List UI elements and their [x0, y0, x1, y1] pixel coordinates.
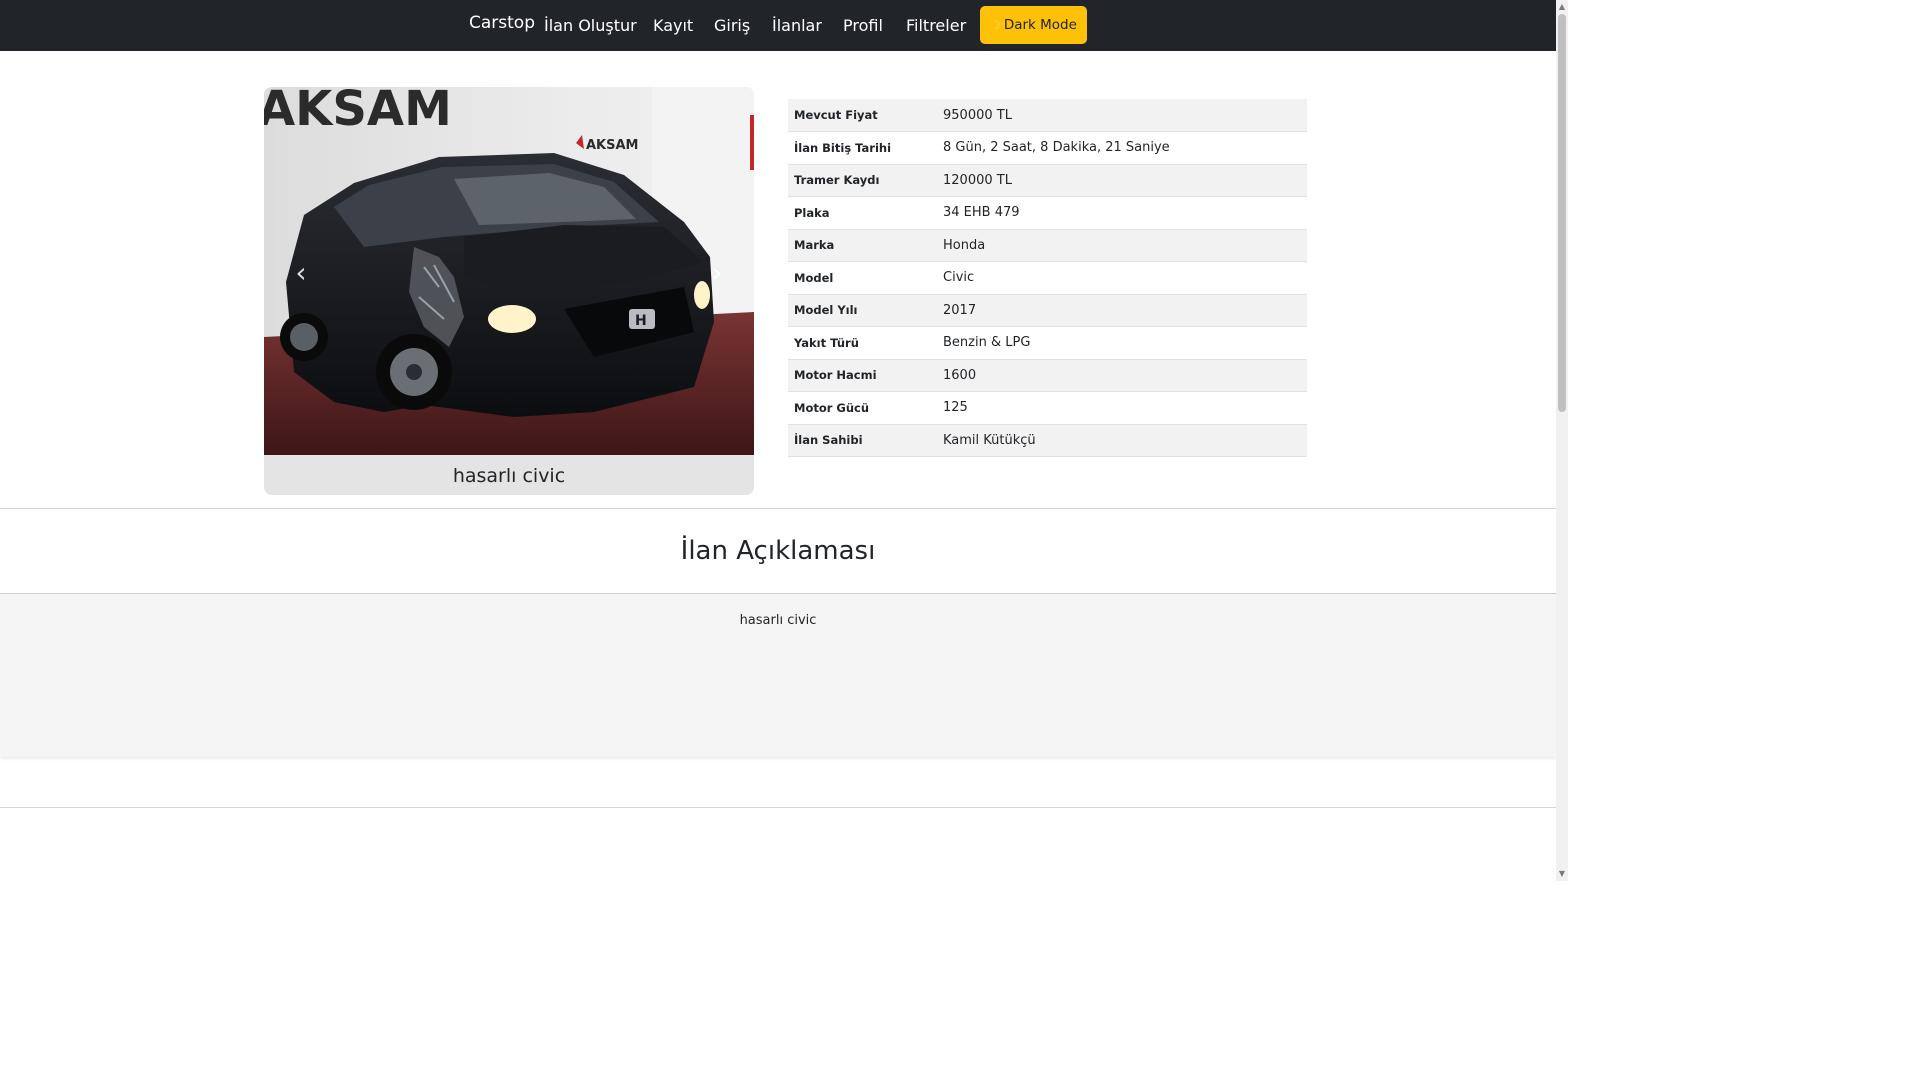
details-row: İlan Sahibi Kamil Kütükçü — [788, 424, 1307, 457]
nav-link-giris[interactable]: Giriş — [714, 16, 750, 35]
carousel-prev-button[interactable]: ‹ — [286, 255, 316, 291]
navbar: Carstop İlan Oluştur Kayıt Giriş İlanlar… — [0, 0, 1556, 51]
detail-label: Marka — [788, 229, 937, 262]
detail-value: 1600 — [937, 359, 1307, 392]
details-row: Yakıt Türü Benzin & LPG — [788, 326, 1307, 360]
dark-mode-button[interactable]: ☽ Dark Mode — [980, 6, 1087, 44]
detail-value: 8 Gün, 2 Saat, 8 Dakika, 21 Saniye — [937, 131, 1307, 165]
page-scrollbar[interactable]: ▲ ▼ — [1556, 0, 1568, 881]
detail-label: İlan Bitiş Tarihi — [788, 131, 937, 165]
description-box: hasarlı civic — [0, 593, 1556, 757]
footer-divider — [0, 807, 1556, 808]
details-row: Motor Gücü 125 — [788, 391, 1307, 425]
detail-label: Model — [788, 261, 937, 295]
moon-icon: ☽ — [990, 18, 1001, 32]
dealer-logo: AKSAM — [586, 138, 639, 153]
detail-label: Yakıt Türü — [788, 326, 937, 360]
details-row: Marka Honda — [788, 229, 1307, 262]
description-text: hasarlı civic — [739, 613, 817, 628]
nav-link-profil[interactable]: Profil — [843, 16, 883, 35]
detail-value: Kamil Kütükçü — [937, 424, 1307, 457]
details-table: Mevcut Fiyat 950000 TL İlan Bitiş Tarihi 8 … — [788, 99, 1307, 457]
nav-link-ilanlar[interactable]: İlanlar — [772, 16, 822, 35]
honda-badge: H — [635, 313, 647, 329]
details-row: İlan Bitiş Tarihi 8 Gün, 2 Saat, 8 Dakika… — [788, 131, 1307, 165]
details-row: Mevcut Fiyat 950000 TL — [788, 99, 1307, 132]
detail-label: Motor Hacmi — [788, 359, 937, 392]
details-row: Motor Hacmi 1600 — [788, 359, 1307, 392]
banner-text: AKSAM — [264, 87, 452, 137]
scroll-down-icon[interactable]: ▼ — [1557, 869, 1567, 879]
brand-link[interactable]: Carstop — [469, 13, 535, 33]
nav-link-ilan-olustur[interactable]: İlan Oluştur — [544, 16, 637, 35]
nav-link-filtreler[interactable]: Filtreler — [906, 16, 966, 35]
detail-value: Civic — [937, 261, 1307, 295]
nav-link-kayit[interactable]: Kayıt — [653, 16, 693, 35]
detail-label: Model Yılı — [788, 294, 937, 327]
dark-mode-label: Dark Mode — [1003, 17, 1077, 33]
details-row: Model Yılı 2017 — [788, 294, 1307, 327]
carousel-next-button[interactable]: › — [702, 255, 732, 291]
detail-label: Plaka — [788, 196, 937, 230]
detail-label: Mevcut Fiyat — [788, 99, 937, 132]
details-row: Model Civic — [788, 261, 1307, 295]
section-divider — [0, 508, 1556, 509]
car-photo: AKSAM AKSAM H — [264, 87, 754, 455]
detail-value: 120000 TL — [937, 164, 1307, 197]
details-row: Tramer Kaydı 120000 TL — [788, 164, 1307, 197]
scroll-up-icon[interactable]: ▲ — [1557, 2, 1567, 12]
detail-value: Benzin & LPG — [937, 326, 1307, 360]
scroll-thumb[interactable] — [1558, 14, 1566, 412]
listing-title: hasarlı civic — [452, 465, 566, 487]
listing-card: AKSAM AKSAM H ‹ › hasarlı civic — [264, 87, 754, 495]
detail-label: Tramer Kaydı — [788, 164, 937, 197]
detail-label: Motor Gücü — [788, 391, 937, 425]
detail-value: 34 EHB 479 — [937, 196, 1307, 230]
description-heading: İlan Açıklaması — [680, 536, 876, 566]
details-row: Plaka 34 EHB 479 — [788, 196, 1307, 230]
detail-value: 125 — [937, 391, 1307, 425]
detail-label: İlan Sahibi — [788, 424, 937, 457]
detail-value: 2017 — [937, 294, 1307, 327]
detail-value: 950000 TL — [937, 99, 1307, 132]
detail-value: Honda — [937, 229, 1307, 262]
